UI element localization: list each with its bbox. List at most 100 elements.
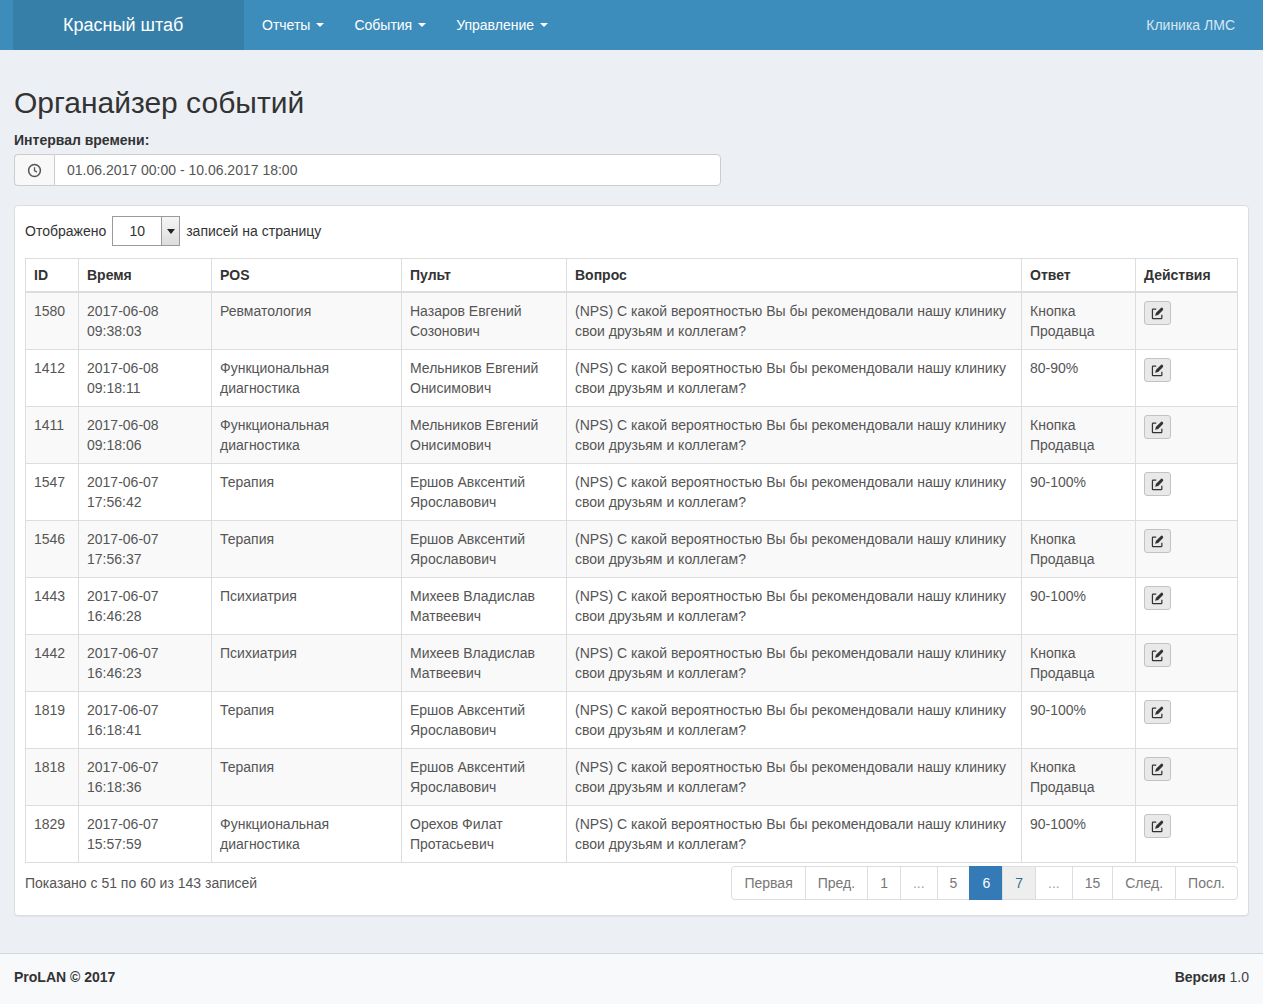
brand[interactable]: Красный штаб (13, 0, 244, 50)
cell-id: 1442 (26, 635, 79, 692)
cell-answer: Кнопка Продавца (1022, 407, 1136, 464)
caret-down-icon (418, 23, 426, 27)
cell-pos: Психиатрия (212, 635, 402, 692)
cell-id: 1547 (26, 464, 79, 521)
cell-pos: Терапия (212, 464, 402, 521)
cell-pult: Мельников Евгений Онисимович (402, 350, 567, 407)
cell-answer: 90-100% (1022, 806, 1136, 863)
page-link[interactable]: Посл. (1175, 866, 1238, 900)
column-header: Пульт (402, 259, 567, 293)
page-link[interactable]: 1 (867, 866, 901, 900)
cell-pult: Орехов Филат Протасьевич (402, 806, 567, 863)
menu-management[interactable]: Управление (441, 0, 563, 50)
edit-button[interactable] (1144, 301, 1171, 325)
cell-question: (NPS) С какой вероятностью Вы бы рекомен… (567, 635, 1022, 692)
cell-pult: Ершов Авксентий Ярославович (402, 749, 567, 806)
caret-down-icon (540, 23, 548, 27)
copyright: ProLAN © 2017 (14, 969, 115, 1004)
cell-pult: Ершов Авксентий Ярославович (402, 521, 567, 578)
table-header-row: IDВремяPOSПультВопросОтветДействия (26, 259, 1238, 293)
table-footer: Показано с 51 по 60 из 143 записей Перва… (25, 866, 1238, 900)
cell-time: 2017-06-07 16:18:36 (79, 749, 212, 806)
table-row: 15472017-06-07 17:56:42ТерапияЕршов Авкс… (26, 464, 1238, 521)
interval-input-group (14, 154, 721, 186)
edit-button[interactable] (1144, 643, 1171, 667)
select-dropdown-button[interactable] (161, 217, 179, 245)
cell-actions (1136, 806, 1238, 863)
cell-pult: Ершов Авксентий Ярославович (402, 692, 567, 749)
cell-time: 2017-06-08 09:38:03 (79, 292, 212, 350)
cell-time: 2017-06-07 16:46:23 (79, 635, 212, 692)
column-header: Вопрос (567, 259, 1022, 293)
main-menu: Отчеты События Управление (247, 0, 563, 50)
edit-button[interactable] (1144, 757, 1171, 781)
cell-question: (NPS) С какой вероятностью Вы бы рекомен… (567, 464, 1022, 521)
page-link[interactable]: 5 (937, 866, 971, 900)
cell-id: 1443 (26, 578, 79, 635)
cell-answer: 90-100% (1022, 464, 1136, 521)
page-size-value: 10 (113, 217, 161, 245)
column-header: Действия (1136, 259, 1238, 293)
edit-button[interactable] (1144, 472, 1171, 496)
cell-question: (NPS) С какой вероятностью Вы бы рекомен… (567, 749, 1022, 806)
cell-id: 1411 (26, 407, 79, 464)
cell-question: (NPS) С какой вероятностью Вы бы рекомен… (567, 806, 1022, 863)
clinic-name: Клиника ЛМС (1131, 0, 1263, 50)
cell-time: 2017-06-07 17:56:37 (79, 521, 212, 578)
cell-id: 1818 (26, 749, 79, 806)
cell-time: 2017-06-07 16:18:41 (79, 692, 212, 749)
page-link[interactable]: След. (1112, 866, 1176, 900)
edit-button[interactable] (1144, 529, 1171, 553)
page-link[interactable]: 15 (1072, 866, 1114, 900)
cell-actions (1136, 407, 1238, 464)
cell-time: 2017-06-07 16:46:28 (79, 578, 212, 635)
column-header: ID (26, 259, 79, 293)
version: Версия 1.0 (1175, 969, 1249, 1004)
table-body: 15802017-06-08 09:38:03РевматологияНазар… (26, 292, 1238, 863)
page-link[interactable]: Первая (731, 866, 805, 900)
table-row: 14122017-06-08 09:18:11Функциональная ди… (26, 350, 1238, 407)
edit-button[interactable] (1144, 358, 1171, 382)
page-size-select[interactable]: 10 (112, 216, 180, 246)
cell-pos: Терапия (212, 521, 402, 578)
cell-actions (1136, 292, 1238, 350)
menu-reports[interactable]: Отчеты (247, 0, 339, 50)
page-link[interactable]: 7 (1002, 866, 1036, 900)
records-summary: Показано с 51 по 60 из 143 записей (25, 866, 257, 900)
cell-actions (1136, 521, 1238, 578)
cell-pult: Михеев Владислав Матвеевич (402, 578, 567, 635)
edit-button[interactable] (1144, 586, 1171, 610)
page-link[interactable]: Пред. (805, 866, 868, 900)
page-link: ... (900, 866, 938, 900)
cell-question: (NPS) С какой вероятностью Вы бы рекомен… (567, 521, 1022, 578)
table-row: 14422017-06-07 16:46:23ПсихиатрияМихеев … (26, 635, 1238, 692)
cell-pos: Психиатрия (212, 578, 402, 635)
cell-pos: Терапия (212, 692, 402, 749)
main-content: Органайзер событий Интервал времени: Ото… (0, 50, 1263, 953)
edit-button[interactable] (1144, 700, 1171, 724)
menu-events[interactable]: События (339, 0, 441, 50)
column-header: POS (212, 259, 402, 293)
table-row: 15462017-06-07 17:56:37ТерапияЕршов Авкс… (26, 521, 1238, 578)
cell-answer: Кнопка Продавца (1022, 749, 1136, 806)
cell-id: 1412 (26, 350, 79, 407)
navbar: Красный штаб Отчеты События Управление К… (0, 0, 1263, 50)
cell-pult: Михеев Владислав Матвеевич (402, 635, 567, 692)
page-link: ... (1035, 866, 1073, 900)
cell-answer: 90-100% (1022, 692, 1136, 749)
interval-input[interactable] (54, 154, 721, 186)
clock-icon (14, 154, 54, 186)
cell-answer: 90-100% (1022, 578, 1136, 635)
edit-button[interactable] (1144, 415, 1171, 439)
cell-pult: Назаров Евгений Созонович (402, 292, 567, 350)
page-current[interactable]: 6 (969, 866, 1003, 900)
table-row: 18292017-06-07 15:57:59Функциональная ди… (26, 806, 1238, 863)
edit-button[interactable] (1144, 814, 1171, 838)
cell-actions (1136, 350, 1238, 407)
cell-id: 1546 (26, 521, 79, 578)
cell-actions (1136, 692, 1238, 749)
cell-actions (1136, 749, 1238, 806)
cell-question: (NPS) С какой вероятностью Вы бы рекомен… (567, 692, 1022, 749)
cell-time: 2017-06-08 09:18:06 (79, 407, 212, 464)
table-row: 14432017-06-07 16:46:28ПсихиатрияМихеев … (26, 578, 1238, 635)
